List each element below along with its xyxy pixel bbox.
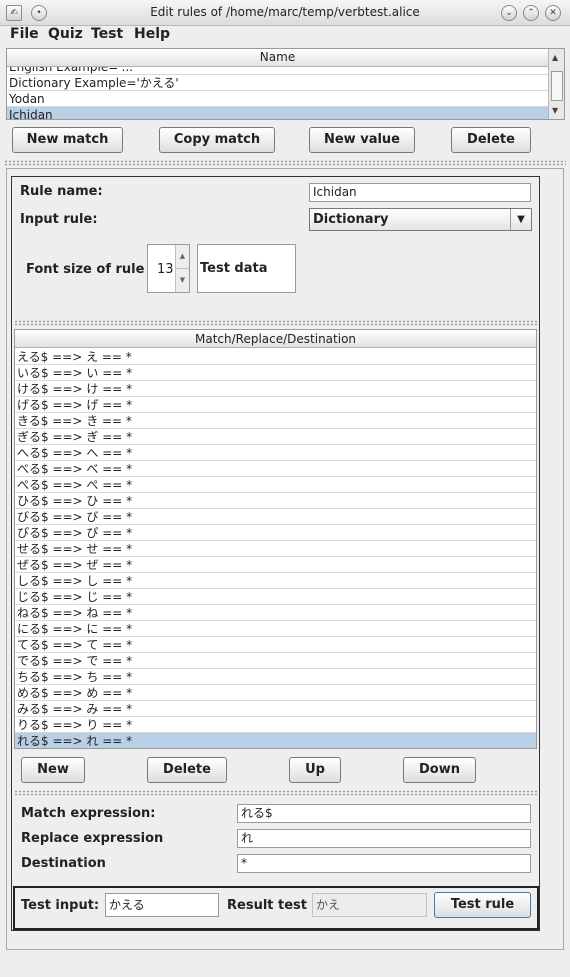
new-match-row-button[interactable]: New [21, 757, 85, 783]
maximize-button[interactable]: ⌃ [523, 5, 539, 21]
menu-bar: File Quiz Test Help [0, 26, 570, 46]
input-rule-select[interactable]: Dictionary ▼ [309, 208, 532, 231]
new-value-button[interactable]: New value [309, 127, 415, 153]
list-item[interactable]: Yodan [7, 91, 548, 107]
split-divider[interactable] [14, 790, 538, 796]
font-size-spinner[interactable]: 13 ▲ ▼ [147, 244, 190, 293]
table-row[interactable]: いる$ ==> い == * [15, 365, 536, 381]
scroll-up-icon[interactable]: ▲ [552, 53, 558, 62]
replace-expression-input[interactable]: れ [237, 829, 531, 848]
table-row[interactable]: ぺる$ ==> ぺ == * [15, 477, 536, 493]
table-row[interactable]: ぎる$ ==> ぎ == * [15, 429, 536, 445]
table-row[interactable]: げる$ ==> げ == * [15, 397, 536, 413]
test-data-text: Test data [200, 261, 268, 276]
table-row[interactable]: きる$ ==> き == * [15, 413, 536, 429]
rule-name-input[interactable]: Ichidan [309, 183, 531, 202]
list-item-selected[interactable]: Ichidan [7, 107, 548, 119]
menu-file[interactable]: File [10, 26, 39, 42]
match-expression-input[interactable]: れる$ [237, 804, 531, 823]
scroll-thumb[interactable] [551, 71, 563, 101]
close-button[interactable]: ✕ [545, 5, 561, 21]
split-divider[interactable] [4, 160, 566, 166]
table-row[interactable]: ぴる$ ==> ぴ == * [15, 525, 536, 541]
result-test-label: Result test [227, 898, 307, 913]
delete-rule-button[interactable]: Delete [451, 127, 531, 153]
table-row[interactable]: ひる$ ==> ひ == * [15, 493, 536, 509]
match-table[interactable]: Match/Replace/Destination える$ ==> え == *… [14, 329, 537, 749]
table-row[interactable]: える$ ==> え == * [15, 349, 536, 365]
result-test-field: かえ [312, 893, 427, 917]
table-row[interactable]: しる$ ==> し == * [15, 573, 536, 589]
rules-list-body: English Example='...' Dictionary Example… [7, 67, 548, 119]
table-row[interactable]: べる$ ==> べ == * [15, 461, 536, 477]
table-row[interactable]: ちる$ ==> ち == * [15, 669, 536, 685]
input-rule-label: Input rule: [20, 212, 98, 227]
table-row[interactable]: みる$ ==> み == * [15, 701, 536, 717]
chevron-down-icon[interactable]: ▼ [510, 209, 531, 230]
split-divider[interactable] [14, 320, 538, 326]
minimize-button[interactable]: ⌄ [501, 5, 517, 21]
move-down-button[interactable]: Down [403, 757, 476, 783]
delete-match-row-button[interactable]: Delete [147, 757, 227, 783]
rule-name-label: Rule name: [20, 184, 103, 199]
font-size-label: Font size of rule [26, 262, 145, 277]
test-input-label: Test input: [21, 898, 100, 913]
scroll-down-icon[interactable]: ▼ [552, 106, 558, 115]
table-row[interactable]: ける$ ==> け == * [15, 381, 536, 397]
table-row[interactable]: でる$ ==> で == * [15, 653, 536, 669]
table-row[interactable]: りる$ ==> り == * [15, 717, 536, 733]
menu-quiz[interactable]: Quiz [48, 26, 83, 42]
menu-help[interactable]: Help [134, 26, 170, 42]
input-rule-value: Dictionary [313, 212, 389, 227]
table-row[interactable]: じる$ ==> じ == * [15, 589, 536, 605]
table-row[interactable]: める$ ==> め == * [15, 685, 536, 701]
destination-input[interactable]: * [237, 854, 531, 873]
list-item[interactable]: Dictionary Example='かえる' [7, 75, 548, 91]
table-row[interactable]: にる$ ==> に == * [15, 621, 536, 637]
test-rule-button[interactable]: Test rule [434, 892, 531, 918]
rules-list-scrollbar[interactable]: ▲ ▼ [548, 49, 564, 119]
match-table-header[interactable]: Match/Replace/Destination [15, 330, 536, 348]
destination-label: Destination [21, 856, 106, 871]
window-title: Edit rules of /home/marc/temp/verbtest.a… [150, 5, 420, 19]
rules-list[interactable]: Name English Example='...' Dictionary Ex… [6, 48, 565, 120]
new-match-button[interactable]: New match [12, 127, 123, 153]
table-row[interactable]: せる$ ==> せ == * [15, 541, 536, 557]
copy-match-button[interactable]: Copy match [159, 127, 275, 153]
title-bar: ✍ • Edit rules of /home/marc/temp/verbte… [0, 0, 570, 26]
move-up-button[interactable]: Up [289, 757, 341, 783]
spinner-down-icon[interactable]: ▼ [175, 269, 189, 292]
replace-expression-label: Replace expression [21, 831, 164, 846]
list-item[interactable]: English Example='...' [7, 67, 548, 75]
match-table-body: える$ ==> え == * いる$ ==> い == * ける$ ==> け ==… [15, 349, 536, 748]
table-row-selected[interactable]: れる$ ==> れ == * [15, 733, 536, 748]
table-row[interactable]: ねる$ ==> ね == * [15, 605, 536, 621]
match-expression-label: Match expression: [21, 806, 156, 821]
menu-test[interactable]: Test [91, 26, 123, 42]
table-row[interactable]: へる$ ==> へ == * [15, 445, 536, 461]
rules-list-header[interactable]: Name [7, 49, 548, 67]
test-data-area[interactable]: Test data [197, 244, 296, 293]
table-row[interactable]: ぜる$ ==> ぜ == * [15, 557, 536, 573]
test-input-field[interactable]: かえる [105, 893, 219, 917]
table-row[interactable]: びる$ ==> び == * [15, 509, 536, 525]
font-size-value: 13 [157, 262, 174, 277]
spinner-up-icon[interactable]: ▲ [175, 245, 189, 269]
table-row[interactable]: てる$ ==> て == * [15, 637, 536, 653]
